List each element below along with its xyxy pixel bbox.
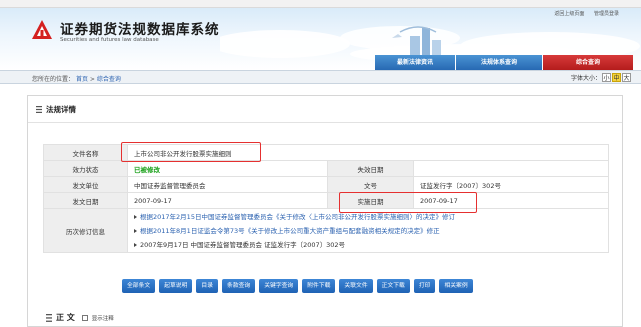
highlight-effective-date (339, 192, 477, 213)
history-link-2017[interactable]: 根据2017年2月15日中国证券监督管理委员会《关于修改〈上市公司非公开发行股票… (140, 213, 455, 221)
status-label: 效力状态 (43, 160, 128, 177)
table-row: 发文单位 中国证券监督管理委员会 文号 证监发行字〔2007〕302号 (43, 176, 609, 193)
heading-divider (28, 122, 622, 123)
admin-login-link[interactable]: 管理员登录 (594, 11, 619, 17)
font-size-small[interactable]: 小 (602, 73, 611, 82)
doc-name-label: 文件名称 (43, 144, 128, 161)
clause-search-button[interactable]: 条款查询 (222, 279, 256, 293)
body-section-title: 正 文 (56, 313, 75, 322)
bullet-icon (134, 214, 137, 219)
bullet-icon (134, 228, 137, 233)
panel-title: 法规详情 (46, 105, 76, 114)
table-row: 发文日期 2007-09-17 实施日期 2007-09-17 (43, 192, 609, 209)
issuer-value: 中国证券监督管理委员会 (127, 176, 328, 193)
related-files-button[interactable]: 关联文件 (339, 279, 373, 293)
expiry-value (413, 160, 609, 177)
breadcrumb: 您所在的位置： 首页 > 综合查询 字体大小： 小 中 大 (0, 70, 641, 84)
issuer-label: 发文单位 (43, 176, 128, 193)
list-item: 根据2011年8月1日证监会令第73号《关于修改上市公司重大资产重组与配套融资相… (134, 224, 602, 238)
main-nav: 最新法律资讯 法规体系查询 综合查询 (0, 55, 641, 70)
regulation-detail-panel: 法规详情 文件名称 上市公司非公开发行股票实施细则 效力状态 已被修改 失效日期… (27, 95, 623, 327)
text-download-button[interactable]: 正文下载 (376, 279, 410, 293)
history-original: 2007年9月17日 中国证券监督管理委员会 证监发行字〔2007〕302号 (140, 240, 346, 249)
panel-heading: 法规详情 (36, 104, 76, 115)
body-section-header: 正 文 显示注释 (46, 312, 114, 323)
back-link[interactable]: 返回上级页面 (554, 11, 584, 17)
tab-regulation-system[interactable]: 法规体系查询 (456, 55, 542, 70)
site-title: 证券期货法规数据库系统 (60, 22, 220, 38)
history-label: 历次修订信息 (43, 208, 128, 253)
toc-button[interactable]: 目录 (196, 279, 219, 293)
banner-buildings (392, 26, 441, 58)
keyword-search-button[interactable]: 关键字查询 (259, 279, 299, 293)
show-notes-checkbox[interactable] (81, 314, 88, 321)
bullet-icon (134, 242, 137, 247)
tab-comprehensive-search[interactable]: 综合查询 (543, 55, 633, 70)
breadcrumb-current[interactable]: 综合查询 (97, 76, 121, 83)
breadcrumb-prefix: 您所在的位置： (32, 76, 75, 83)
issue-date-label: 发文日期 (43, 192, 128, 209)
tab-latest-news[interactable]: 最新法律资讯 (375, 55, 455, 70)
table-row: 效力状态 已被修改 失效日期 (43, 160, 609, 177)
history-list: 根据2017年2月15日中国证券监督管理委员会《关于修改〈上市公司非公开发行股票… (127, 208, 609, 253)
all-articles-button[interactable]: 全部条文 (122, 279, 156, 293)
docno-value: 证监发行字〔2007〕302号 (413, 176, 609, 193)
attachment-download-button[interactable]: 附件下载 (302, 279, 336, 293)
list-icon (46, 313, 52, 322)
logo-icon (32, 20, 52, 39)
breadcrumb-separator: > (89, 76, 95, 83)
font-size-label: 字体大小： (570, 75, 601, 82)
bookmarks-bar (0, 0, 641, 8)
issue-date-value: 2007-09-17 (127, 192, 328, 209)
history-link-2011[interactable]: 根据2011年8月1日证监会令第73号《关于修改上市公司重大资产重组与配套融资相… (140, 227, 440, 235)
breadcrumb-home-link[interactable]: 首页 (76, 76, 88, 83)
show-notes-label[interactable]: 显示注释 (92, 314, 114, 322)
expiry-label: 失效日期 (327, 160, 414, 177)
list-item: 2007年9月17日 中国证券监督管理委员会 证监发行字〔2007〕302号 (134, 238, 602, 252)
drafting-notes-button[interactable]: 起草说明 (159, 279, 193, 293)
docno-label: 文号 (327, 176, 414, 193)
site-subtitle: Securities and futures law database (60, 37, 159, 43)
font-size-medium[interactable]: 中 (612, 73, 621, 82)
action-buttons: 全部条文 起草说明 目录 条款查询 关键字查询 附件下载 关联文件 正文下载 打… (122, 279, 473, 293)
print-button[interactable]: 打印 (413, 279, 436, 293)
font-size-large[interactable]: 大 (622, 73, 631, 82)
font-size-switcher: 字体大小： 小 中 大 (571, 73, 631, 82)
status-value: 已被修改 (134, 165, 160, 174)
list-icon (36, 106, 42, 113)
table-row: 历次修订信息 根据2017年2月15日中国证券监督管理委员会《关于修改〈上市公司… (43, 208, 609, 253)
top-links: 返回上级页面 管理员登录 (546, 10, 619, 17)
related-cases-button[interactable]: 相关案例 (439, 279, 473, 293)
highlight-doc-name (121, 142, 261, 162)
